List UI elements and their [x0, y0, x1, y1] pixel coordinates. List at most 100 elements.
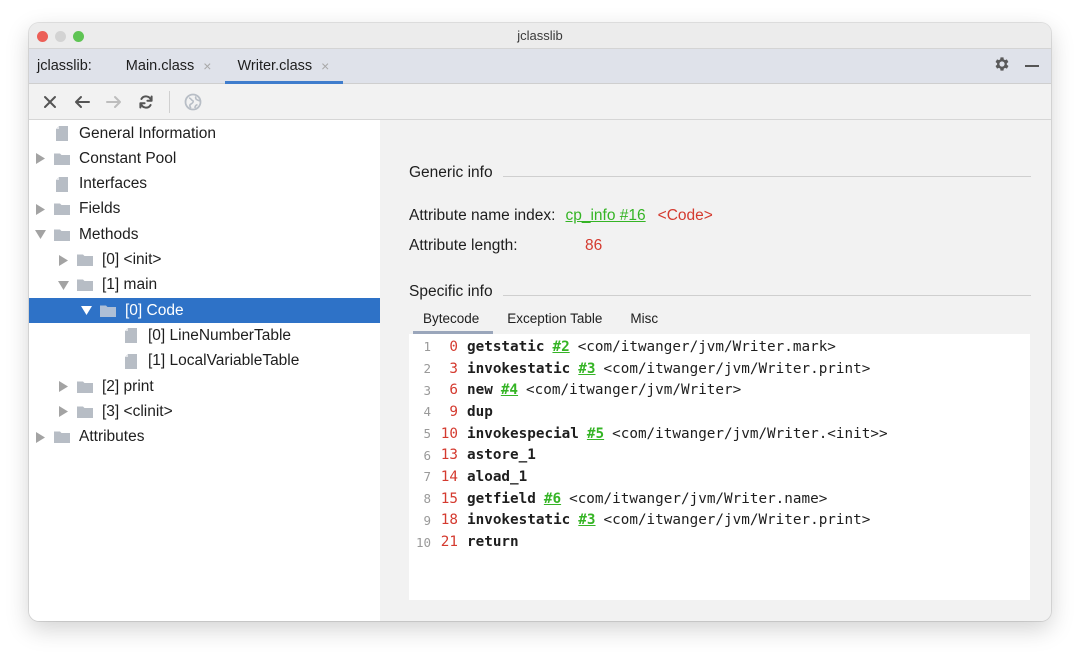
constant-pool-ref-link[interactable]: #4: [501, 382, 518, 398]
tree-node[interactable]: Fields: [29, 197, 380, 222]
ref-comment: <com/itwanger/jvm/Writer.print>: [603, 512, 871, 529]
web-globe-icon[interactable]: [182, 91, 204, 113]
title-bar: jclasslib: [29, 23, 1051, 49]
opcode: getstatic: [467, 338, 545, 355]
tree-arrow-placeholder: [34, 178, 46, 190]
attribute-length-label: Attribute length:: [409, 237, 518, 254]
folder-icon: [100, 304, 116, 318]
constant-pool-ref-link[interactable]: #6: [544, 491, 561, 507]
tab-close-icon[interactable]: ×: [321, 58, 329, 74]
tree-node-label: [1] LocalVariableTable: [148, 352, 300, 370]
section-title: Generic info: [409, 164, 493, 181]
divider: [502, 294, 1031, 296]
constant-pool-ref-link[interactable]: #3: [578, 361, 595, 377]
chevron-right-icon[interactable]: [34, 431, 46, 443]
hide-panel-icon[interactable]: [1025, 65, 1039, 67]
bytecode-offset: 18: [440, 512, 458, 529]
folder-icon: [77, 380, 93, 394]
constant-pool-ref-link[interactable]: #2: [552, 339, 569, 355]
tree-node[interactable]: [0] LineNumberTable: [29, 323, 380, 348]
opcode: return: [467, 534, 519, 551]
tree-arrow-placeholder: [103, 355, 115, 367]
tree-node-label: [0] LineNumberTable: [148, 326, 292, 344]
bytecode-listing[interactable]: 1 0 getstatic #2 <com/itwanger/jvm/Writer.ma…: [409, 334, 1030, 600]
chevron-right-icon[interactable]: [57, 406, 69, 418]
tree-node-label: Fields: [79, 200, 121, 218]
tree-node-label: [0] <init>: [102, 251, 162, 268]
chevron-right-icon[interactable]: [34, 153, 46, 165]
folder-icon: [54, 228, 70, 242]
opcode: invokestatic: [467, 512, 571, 529]
window-controls: [37, 31, 84, 42]
back-arrow-icon[interactable]: [71, 91, 93, 113]
tree-node[interactable]: [3] <clinit>: [29, 399, 380, 424]
tree-node[interactable]: [0] Code: [29, 298, 380, 324]
bytecode-offset: 21: [440, 534, 458, 551]
tree-node[interactable]: Methods: [29, 222, 380, 247]
attribute-length-value: 86: [585, 237, 603, 254]
chevron-right-icon[interactable]: [57, 254, 69, 266]
editor-tab-bar: jclasslib: Main.class × Writer.class ×: [29, 49, 1051, 84]
tab-main-class[interactable]: Main.class ×: [114, 49, 226, 84]
tree-node-label: Methods: [79, 225, 139, 243]
tree-node[interactable]: [1] LocalVariableTable: [29, 349, 380, 374]
tab-misc[interactable]: Misc: [616, 311, 672, 334]
line-number: 7: [423, 469, 431, 485]
ref-comment: <com/itwanger/jvm/Writer.name>: [569, 490, 828, 507]
tree-node[interactable]: Constant Pool: [29, 146, 380, 171]
bytecode-offset: 10: [440, 425, 458, 442]
ref-comment: <com/itwanger/jvm/Writer>: [526, 382, 742, 399]
close-window-button[interactable]: [37, 31, 48, 42]
bytecode-line: 10 21 return: [409, 531, 1030, 553]
refresh-icon[interactable]: [135, 91, 157, 113]
line-number: 9: [423, 512, 431, 528]
forward-arrow-icon[interactable]: [103, 91, 125, 113]
zoom-window-button[interactable]: [73, 31, 84, 42]
tree-node[interactable]: Interfaces: [29, 172, 380, 197]
opcode: invokestatic: [467, 360, 571, 377]
tab-close-icon[interactable]: ×: [203, 58, 211, 74]
gear-icon[interactable]: [993, 55, 1011, 77]
tab-writer-class[interactable]: Writer.class ×: [225, 49, 344, 84]
line-number: 2: [423, 361, 431, 377]
tree-node[interactable]: [1] main: [29, 273, 380, 298]
cp-info-link[interactable]: cp_info #16: [565, 207, 645, 225]
tree-node-label: Constant Pool: [79, 149, 177, 167]
file-icon: [123, 353, 139, 369]
folder-icon: [77, 405, 93, 419]
tree-node[interactable]: General Information: [29, 121, 380, 146]
tree-node[interactable]: [0] <init>: [29, 248, 380, 273]
bytecode-offset: 9: [449, 403, 458, 420]
chevron-down-icon[interactable]: [57, 279, 69, 291]
tree-node[interactable]: Attributes: [29, 425, 380, 450]
minimize-window-button[interactable]: [55, 31, 66, 42]
constant-pool-ref-link[interactable]: #5: [587, 426, 604, 442]
bytecode-offset: 14: [440, 468, 458, 485]
tree-node[interactable]: [2] print: [29, 374, 380, 399]
chevron-right-icon[interactable]: [34, 203, 46, 215]
ref-comment: <com/itwanger/jvm/Writer.print>: [603, 360, 871, 377]
tab-bytecode[interactable]: Bytecode: [409, 311, 494, 334]
constant-pool-ref-link[interactable]: #3: [578, 512, 595, 528]
close-icon[interactable]: [39, 91, 61, 113]
folder-icon: [54, 152, 70, 166]
divider: [502, 175, 1031, 177]
line-number: 8: [423, 491, 431, 507]
bytecode-offset: 3: [449, 360, 458, 377]
opcode: astore_1: [467, 447, 536, 464]
chevron-down-icon[interactable]: [34, 229, 46, 241]
bytecode-line: 2 3 invokestatic #3 <com/itwanger/jvm/Writer…: [409, 358, 1030, 380]
opcode: new: [467, 382, 493, 399]
file-icon: [123, 328, 139, 344]
chevron-down-icon[interactable]: [80, 305, 92, 317]
file-icon: [54, 126, 70, 141]
folder-icon: [54, 202, 70, 216]
bytecode-line: 5 10 invokespecial #5 <com/itwanger/jvm/Writ…: [409, 423, 1030, 445]
attribute-name-index-label: Attribute name index:: [409, 207, 556, 224]
bytecode-offset: 13: [440, 447, 458, 464]
attribute-name-index-row: Attribute name index: cp_info #16 <Code>: [409, 207, 713, 225]
tab-exception-table[interactable]: Exception Table: [493, 311, 616, 334]
folder-icon: [54, 430, 70, 444]
chevron-right-icon[interactable]: [57, 381, 69, 393]
opcode: dup: [467, 403, 493, 420]
